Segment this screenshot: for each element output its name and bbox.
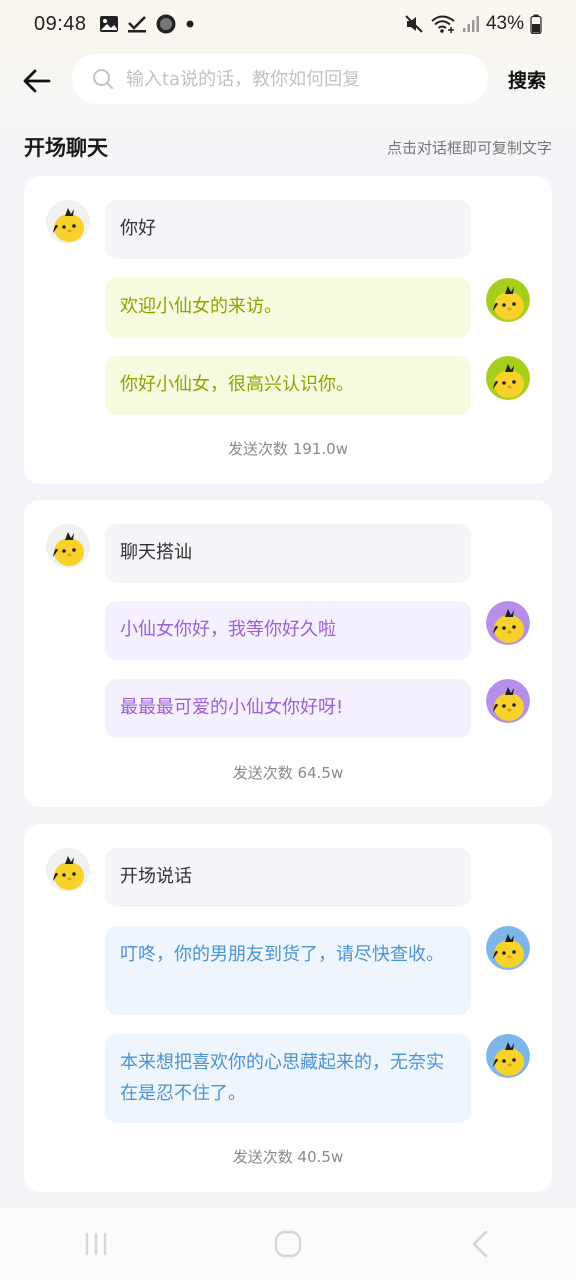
chick-avatar bbox=[46, 848, 90, 892]
chat-card: 你好 欢迎小仙女的来访。 你好小仙女，很高兴认识你。 发送次数 191.0w bbox=[24, 176, 552, 484]
answer-bubble[interactable]: 本来想把喜欢你的心思藏起来的，无奈实在是忍不住了。 bbox=[105, 1034, 471, 1123]
chat-card: 聊天搭讪 小仙女你好，我等你好久啦 最最最可爱的小仙女你好呀! 发送次数 64.… bbox=[24, 500, 552, 807]
search-header: 搜索 bbox=[0, 52, 576, 108]
answer-bubble[interactable]: 小仙女你好，我等你好久啦 bbox=[105, 601, 471, 660]
search-button[interactable]: 搜索 bbox=[508, 66, 546, 93]
status-time: 09:48 bbox=[34, 12, 87, 35]
chick-avatar bbox=[486, 926, 530, 970]
chick-icon bbox=[46, 524, 90, 568]
back-button[interactable] bbox=[20, 64, 54, 98]
wifi-icon bbox=[431, 15, 455, 33]
chick-avatar bbox=[46, 200, 90, 244]
chick-avatar bbox=[486, 679, 530, 723]
copy-hint: 点击对话框即可复制文字 bbox=[386, 138, 552, 157]
gallery-icon bbox=[99, 16, 118, 32]
chick-avatar bbox=[486, 278, 530, 322]
chick-icon bbox=[486, 601, 530, 645]
home-button[interactable] bbox=[258, 1219, 318, 1269]
status-system: 43% bbox=[404, 13, 542, 35]
chick-icon bbox=[486, 926, 530, 970]
question-bubble[interactable]: 你好 bbox=[105, 200, 471, 259]
chick-avatar bbox=[46, 524, 90, 568]
send-count: 发送次数 191.0w bbox=[228, 440, 348, 458]
chick-avatar bbox=[486, 356, 530, 400]
chick-avatar bbox=[486, 601, 530, 645]
chevron-left-icon bbox=[472, 1230, 488, 1258]
back-nav-button[interactable] bbox=[450, 1219, 510, 1269]
search-icon bbox=[93, 69, 113, 89]
battery-percent: 43% bbox=[485, 13, 524, 34]
task-check-icon bbox=[127, 16, 146, 33]
arrow-left-icon bbox=[23, 69, 51, 93]
chick-icon bbox=[486, 1034, 530, 1078]
answer-bubble[interactable]: 欢迎小仙女的来访。 bbox=[105, 278, 471, 337]
chick-icon bbox=[486, 679, 530, 723]
section-title: 开场聊天 bbox=[24, 136, 108, 160]
send-count: 发送次数 64.5w bbox=[232, 764, 344, 782]
signal-icon bbox=[462, 16, 479, 32]
status-notifications bbox=[99, 13, 195, 35]
system-nav-bar bbox=[0, 1208, 576, 1280]
chat-card: 开场说话 叮咚，你的男朋友到货了，请尽快查收。 本来想把喜欢你的心思藏起来的，无… bbox=[24, 824, 552, 1192]
answer-bubble[interactable]: 叮咚，你的男朋友到货了，请尽快查收。 bbox=[105, 926, 471, 1015]
battery-icon bbox=[530, 14, 542, 34]
chick-icon bbox=[486, 356, 530, 400]
chick-icon bbox=[486, 278, 530, 322]
send-count: 发送次数 40.5w bbox=[232, 1148, 344, 1166]
home-icon bbox=[274, 1230, 302, 1258]
question-bubble[interactable]: 聊天搭讪 bbox=[105, 524, 471, 583]
question-bubble[interactable]: 开场说话 bbox=[105, 848, 471, 907]
search-bar[interactable] bbox=[72, 54, 488, 104]
dot-icon bbox=[186, 20, 194, 28]
chick-icon bbox=[46, 200, 90, 244]
recent-apps-icon bbox=[85, 1232, 107, 1256]
recent-apps-button[interactable] bbox=[66, 1219, 126, 1269]
app-circle-icon bbox=[156, 14, 176, 34]
status-bar: 09:48 43% bbox=[0, 0, 576, 48]
answer-bubble[interactable]: 最最最可爱的小仙女你好呀! bbox=[105, 679, 471, 738]
answer-bubble[interactable]: 你好小仙女，很高兴认识你。 bbox=[105, 356, 471, 415]
chick-avatar bbox=[486, 1034, 530, 1078]
section-header: 开场聊天 点击对话框即可复制文字 bbox=[24, 132, 552, 162]
search-input[interactable] bbox=[126, 68, 466, 90]
mute-icon bbox=[405, 15, 423, 33]
chick-icon bbox=[46, 848, 90, 892]
